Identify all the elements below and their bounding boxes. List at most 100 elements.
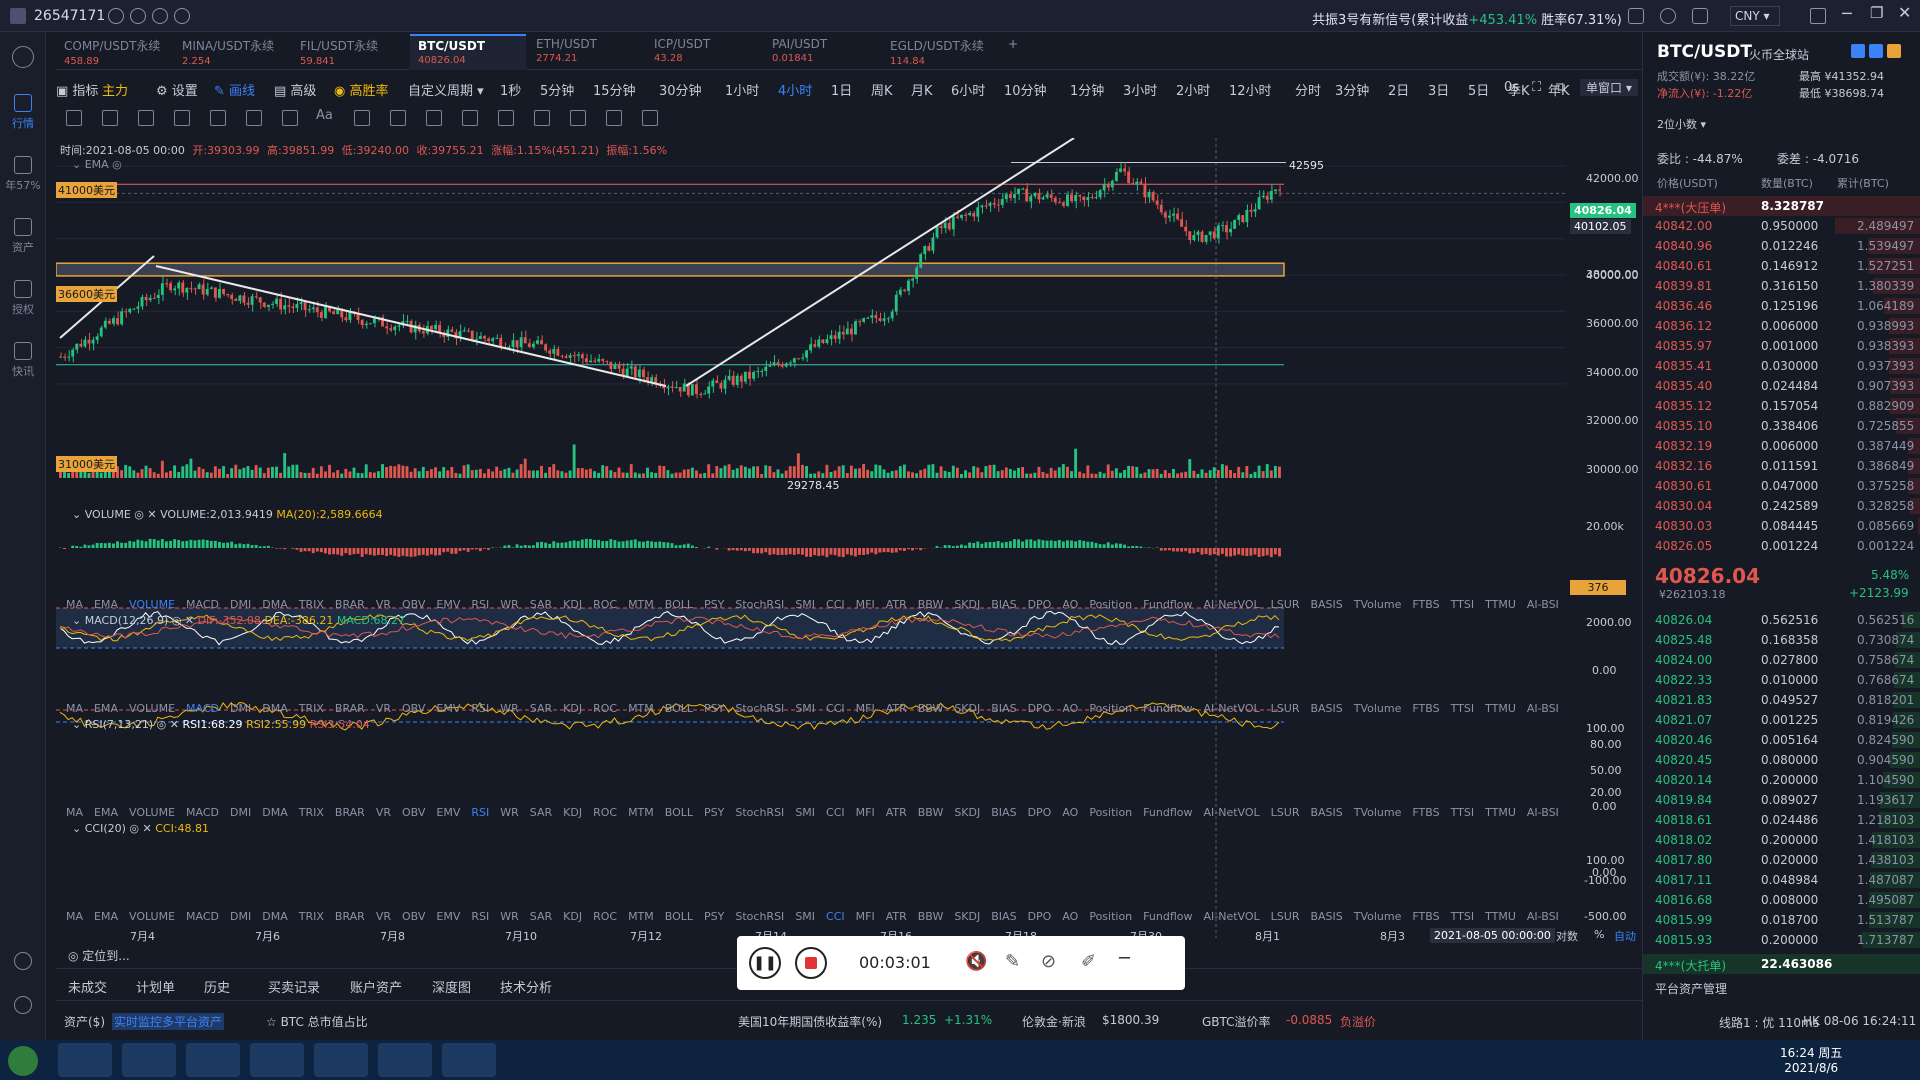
copy-icon[interactable] [570,110,586,126]
indicator-brar[interactable]: BRAR [335,702,365,715]
tab-fil[interactable]: FIL/USDT永续 59.841 [292,34,408,70]
indicator-dmi[interactable]: DMI [230,910,251,923]
indicator-trix[interactable]: TRIX [299,702,324,715]
tab-comp[interactable]: COMP/USDT永续 458.89 [56,34,172,70]
indicator-kdj[interactable]: KDJ [563,806,582,819]
period-5[interactable]: 4小时 [778,80,812,99]
book-row[interactable]: 40840.96 0.012246 1.539497 [1643,236,1920,256]
cci-legend[interactable]: ⌄ CCI(20) ◎ ✕ CCI:48.81 [72,822,209,835]
trash-icon[interactable] [642,110,658,126]
tab-depth[interactable]: 深度图 [432,977,471,996]
indicator-ai-bsi[interactable]: AI-BSI [1527,806,1559,819]
indicator-ai-bsi[interactable]: AI-BSI [1527,702,1559,715]
indicator-rsi[interactable]: RSI [471,910,489,923]
tab-icp[interactable]: ICP/USDT 43.28 [646,34,762,70]
decimals-select[interactable]: 2位小数 ▾ [1657,116,1706,132]
indicator-bbw[interactable]: BBW [918,806,944,819]
indicator-ao[interactable]: AO [1062,598,1078,611]
indicator-psy[interactable]: PSY [704,910,724,923]
indicator-ma[interactable]: MA [66,910,83,923]
period-9[interactable]: 6小时 [951,80,985,99]
exchange-name[interactable]: 火币全球站 [1749,46,1809,63]
sidebar-item-alert[interactable] [0,952,46,973]
indicator-cci[interactable]: CCI [826,910,845,923]
indicator-ftbs[interactable]: FTBS [1412,910,1439,923]
big-bid-row[interactable]: 4***(大托单) 22.463086 [1643,954,1920,974]
window-mode-select[interactable]: 单窗口 ▾ [1580,79,1638,96]
indicator-roc[interactable]: ROC [593,702,617,715]
book-row[interactable]: 40840.61 0.146912 1.527251 [1643,256,1920,276]
minimize-recorder-icon[interactable]: ─ [1119,948,1130,969]
sidebar-item-assets[interactable]: 资产 [0,218,46,255]
indicator-dpo[interactable]: DPO [1028,598,1052,611]
book-row[interactable]: 40836.46 0.125196 1.064189 [1643,296,1920,316]
indicator-sar[interactable]: SAR [530,910,552,923]
bell-alert-icon[interactable] [1887,44,1901,58]
book-row[interactable]: 40835.41 0.030000 0.937393 [1643,356,1920,376]
trading-app-icon[interactable] [314,1043,368,1077]
indicator-skdj[interactable]: SKDJ [954,910,980,923]
ema-legend[interactable]: ⌄ EMA ◎ [72,158,122,171]
indicator-ma[interactable]: MA [66,598,83,611]
book-row[interactable]: 40817.11 0.048984 1.487087 [1643,870,1920,890]
book-row[interactable]: 40835.10 0.338406 0.725855 [1643,416,1920,436]
indicator-dma[interactable]: DMA [262,598,288,611]
layout-icon[interactable]: ⧉ [1556,80,1565,95]
pen-icon[interactable] [426,110,442,126]
tab-mina[interactable]: MINA/USDT永续 2.254 [174,34,290,70]
indicator-vr[interactable]: VR [376,702,391,715]
indicator-sar[interactable]: SAR [530,702,552,715]
indicator-ftbs[interactable]: FTBS [1412,598,1439,611]
indicator-bbw[interactable]: BBW [918,702,944,715]
indicator-ttsi[interactable]: TTSI [1451,598,1474,611]
minimize-icon[interactable]: ─ [1842,4,1852,23]
book-row[interactable]: 40830.61 0.047000 0.375258 [1643,476,1920,496]
ray-icon[interactable] [138,110,154,126]
indicator-lsur[interactable]: LSUR [1271,598,1300,611]
indicator-vr[interactable]: VR [376,598,391,611]
indicator-rsi[interactable]: RSI [471,702,489,715]
period-17[interactable]: 2日 [1388,80,1409,99]
indicator-rsi[interactable]: RSI [471,806,489,819]
indicator-bbw[interactable]: BBW [918,910,944,923]
indicator-dpo[interactable]: DPO [1028,910,1052,923]
indicator-basis[interactable]: BASIS [1310,702,1342,715]
indicator-macd[interactable]: MACD [186,806,219,819]
indicator-ema[interactable]: EMA [94,806,118,819]
book-row[interactable]: 40817.80 0.020000 1.438103 [1643,850,1920,870]
macd-legend[interactable]: ⌄ MACD(12,26,9) ◎ ✕ DIF:-352.08 DEA:-386… [72,614,405,627]
clock[interactable]: 16:24 周五 2021/8/6 [1780,1044,1842,1075]
monitor-link[interactable]: 实时监控多平台资产 [112,1013,225,1030]
indicator-basis[interactable]: BASIS [1310,806,1342,819]
indicator-boll[interactable]: BOLL [665,910,693,923]
indicator-brar[interactable]: BRAR [335,806,365,819]
book-row[interactable]: 40818.61 0.024486 1.218103 [1643,810,1920,830]
indicator-trix[interactable]: TRIX [299,598,324,611]
period-10[interactable]: 10分钟 [1004,80,1047,99]
draw-button[interactable]: ✎ 画线 [214,80,255,99]
brush-icon[interactable] [462,110,478,126]
period-12[interactable]: 3小时 [1123,80,1157,99]
folder-icon[interactable] [186,1043,240,1077]
annotate-icon[interactable]: ✐ [1081,951,1096,972]
book-row[interactable]: 40830.03 0.084445 0.085669 [1643,516,1920,536]
settings-button[interactable]: ⚙ 设置 [156,80,198,99]
book-row[interactable]: 40819.84 0.089027 1.193617 [1643,790,1920,810]
indicator-mfi[interactable]: MFI [856,910,875,923]
indicator-fundflow[interactable]: Fundflow [1143,702,1192,715]
close-icon[interactable]: ✕ [1898,3,1911,22]
search-icon[interactable] [1660,8,1676,24]
tab-history[interactable]: 历史 [204,977,230,996]
book-row[interactable]: 40822.33 0.010000 0.768674 [1643,670,1920,690]
indicator-rsi[interactable]: RSI [471,598,489,611]
indicator-dma[interactable]: DMA [262,702,288,715]
period-11[interactable]: 1分钟 [1070,80,1104,99]
indicator-lsur[interactable]: LSUR [1271,910,1300,923]
sidebar-item-settings[interactable] [0,996,46,1017]
book-row[interactable]: 40826.05 0.001224 0.001224 [1643,536,1920,556]
rect-icon[interactable] [174,110,190,126]
crosshair-icon[interactable] [66,110,82,126]
indicator-trix[interactable]: TRIX [299,806,324,819]
axis-opt-log[interactable]: 对数 [1556,928,1578,944]
bell-icon[interactable] [1628,8,1644,24]
